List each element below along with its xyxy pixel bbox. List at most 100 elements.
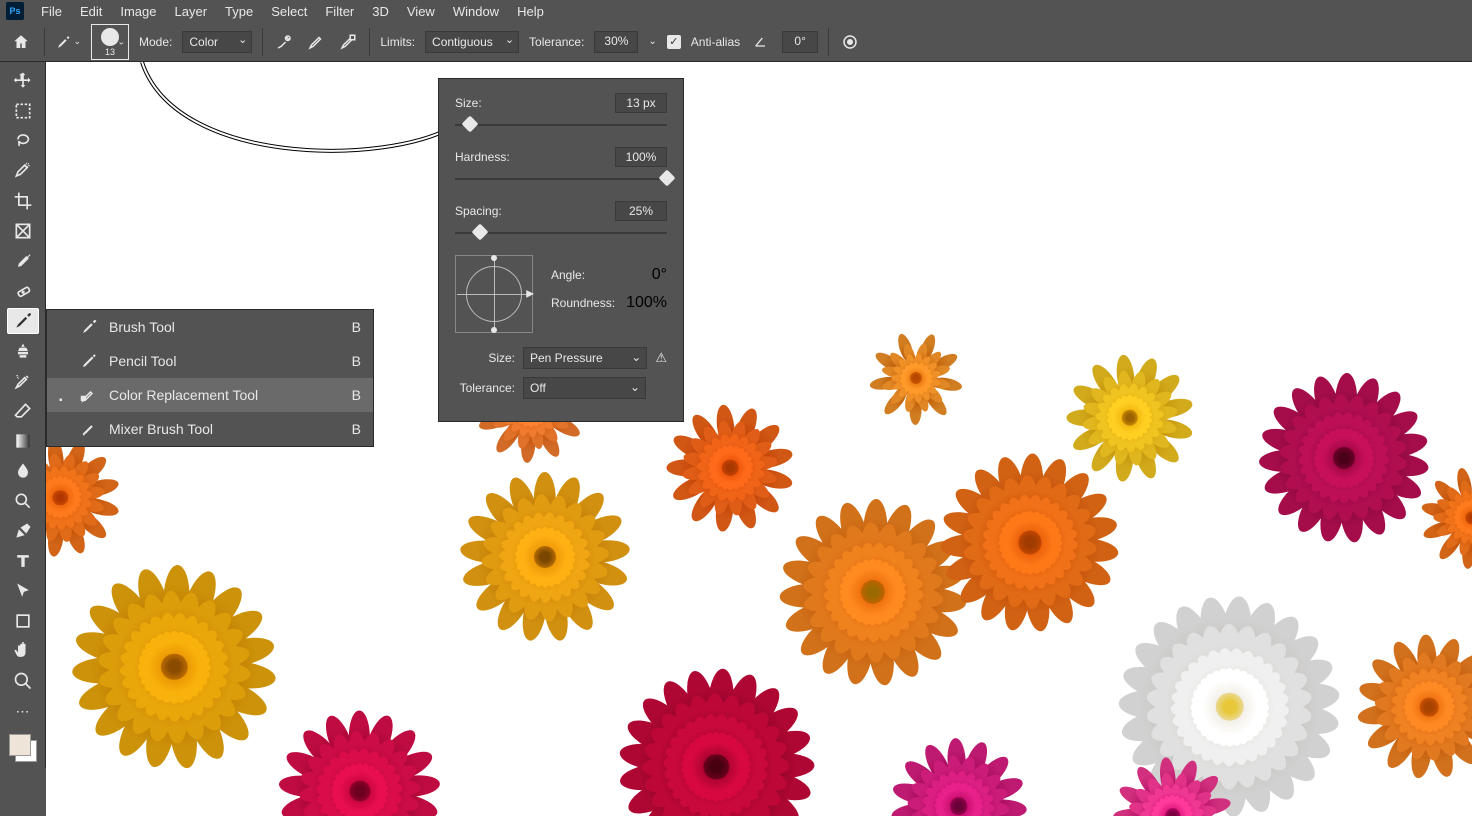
flyout-item-shortcut: B [352, 319, 361, 335]
dynamic-tolerance-select[interactable]: Off [523, 377, 646, 399]
spacing-label: Spacing: [455, 204, 615, 218]
brush-preset-picker[interactable]: 13 ⌄ [91, 24, 129, 60]
flyout-color-replacement-tool[interactable]: Color Replacement Tool B [47, 378, 373, 412]
dynamic-size-label: Size: [455, 351, 515, 365]
angle-label: Angle: [551, 268, 585, 282]
color-swatches[interactable] [9, 734, 37, 762]
tools-panel: ⋯ [0, 62, 46, 768]
chevron-down-icon[interactable]: ⌄ [648, 36, 656, 47]
gradient-tool[interactable] [7, 428, 39, 454]
sampling-once-icon[interactable] [305, 31, 327, 53]
menu-edit[interactable]: Edit [71, 2, 111, 21]
menu-view[interactable]: View [398, 2, 444, 21]
sampling-bg-swatch-icon[interactable] [337, 31, 359, 53]
zoom-tool[interactable] [7, 668, 39, 694]
spacing-input[interactable]: 25% [615, 201, 667, 221]
sampling-continuous-icon[interactable] [273, 31, 295, 53]
menu-window[interactable]: Window [444, 2, 508, 21]
brush-settings-popup: Size: 13 px Hardness: 100% Spacing: 25% … [438, 78, 684, 422]
edit-toolbar[interactable]: ⋯ [7, 698, 39, 724]
flyout-item-label: Brush Tool [109, 319, 342, 335]
home-button[interactable] [8, 29, 34, 55]
flyout-item-label: Color Replacement Tool [109, 387, 342, 403]
mode-label: Mode: [139, 35, 172, 49]
eraser-tool[interactable] [7, 398, 39, 424]
tolerance-label: Tolerance: [529, 35, 584, 49]
hardness-slider[interactable] [455, 171, 667, 187]
selection-indicator [59, 424, 69, 434]
selection-indicator [59, 322, 69, 332]
dynamic-size-select[interactable]: Pen Pressure [523, 347, 647, 369]
path-select-tool[interactable] [7, 578, 39, 604]
crop-tool[interactable] [7, 188, 39, 214]
healing-brush-tool[interactable] [7, 278, 39, 304]
mode-select[interactable]: Color [182, 31, 252, 53]
selection-indicator [59, 390, 69, 400]
separator [262, 28, 263, 56]
marquee-tool[interactable] [7, 98, 39, 124]
flyout-mixer-brush-tool[interactable]: Mixer Brush Tool B [47, 412, 373, 446]
app-logo-icon: Ps [6, 2, 24, 20]
tolerance-input[interactable]: 30% [594, 31, 638, 53]
limits-label: Limits: [380, 35, 415, 49]
selection-indicator [59, 356, 69, 366]
shape-tool[interactable] [7, 608, 39, 634]
brush-angle-roundness-widget[interactable]: ▶ [455, 255, 533, 333]
dynamic-tolerance-label: Tolerance: [455, 381, 515, 395]
blur-tool[interactable] [7, 458, 39, 484]
pen-tool[interactable] [7, 518, 39, 544]
dodge-tool[interactable] [7, 488, 39, 514]
frame-tool[interactable] [7, 218, 39, 244]
lasso-tool[interactable] [7, 128, 39, 154]
menu-3d[interactable]: 3D [363, 2, 398, 21]
angle-input[interactable]: 0° [652, 266, 667, 284]
roundness-input[interactable]: 100% [626, 294, 667, 312]
roundness-label: Roundness: [551, 296, 615, 310]
menu-bar: Ps File Edit Image Layer Type Select Fil… [0, 0, 1472, 22]
hardness-input[interactable]: 100% [615, 147, 667, 167]
separator [828, 28, 829, 56]
foreground-color-swatch[interactable] [9, 734, 31, 756]
clone-stamp-tool[interactable] [7, 338, 39, 364]
warning-icon: ⚠ [655, 350, 667, 366]
hand-tool[interactable] [7, 638, 39, 664]
flyout-item-shortcut: B [352, 387, 361, 403]
limits-select[interactable]: Contiguous [425, 31, 519, 53]
brush-tool-flyout: Brush Tool B Pencil Tool B Color Replace… [46, 309, 374, 447]
hardness-label: Hardness: [455, 150, 615, 164]
flyout-pencil-tool[interactable]: Pencil Tool B [47, 344, 373, 378]
brush-tool[interactable] [7, 308, 39, 334]
spacing-slider[interactable] [455, 225, 667, 241]
menu-layer[interactable]: Layer [166, 2, 217, 21]
menu-file[interactable]: File [32, 2, 71, 21]
menu-help[interactable]: Help [508, 2, 553, 21]
pressure-size-icon[interactable] [839, 31, 861, 53]
quick-select-tool[interactable] [7, 158, 39, 184]
antialias-checkbox[interactable]: ✓ [667, 35, 681, 49]
brush-icon [79, 317, 99, 337]
options-bar: ⌄ 13 ⌄ Mode: Color Limits: Contiguous To… [0, 22, 1472, 62]
flyout-brush-tool[interactable]: Brush Tool B [47, 310, 373, 344]
move-tool[interactable] [7, 68, 39, 94]
flyout-item-label: Mixer Brush Tool [109, 421, 342, 437]
eyedropper-tool[interactable] [7, 248, 39, 274]
menu-filter[interactable]: Filter [316, 2, 363, 21]
mixer-brush-icon [79, 419, 99, 439]
angle-input[interactable]: 0° [782, 31, 818, 53]
size-input[interactable]: 13 px [615, 93, 667, 113]
menu-select[interactable]: Select [262, 2, 316, 21]
brush-preview-icon [101, 28, 119, 46]
angle-icon[interactable] [750, 31, 772, 53]
pencil-icon [79, 351, 99, 371]
size-slider[interactable] [455, 117, 667, 133]
menu-type[interactable]: Type [216, 2, 262, 21]
flyout-item-shortcut: B [352, 421, 361, 437]
menu-image[interactable]: Image [111, 2, 165, 21]
separator [369, 28, 370, 56]
chevron-down-icon: ⌄ [117, 36, 125, 47]
type-tool[interactable] [7, 548, 39, 574]
history-brush-tool[interactable] [7, 368, 39, 394]
tool-preset-picker[interactable]: ⌄ [55, 30, 81, 54]
color-replacement-icon [79, 385, 99, 405]
flyout-item-shortcut: B [352, 353, 361, 369]
